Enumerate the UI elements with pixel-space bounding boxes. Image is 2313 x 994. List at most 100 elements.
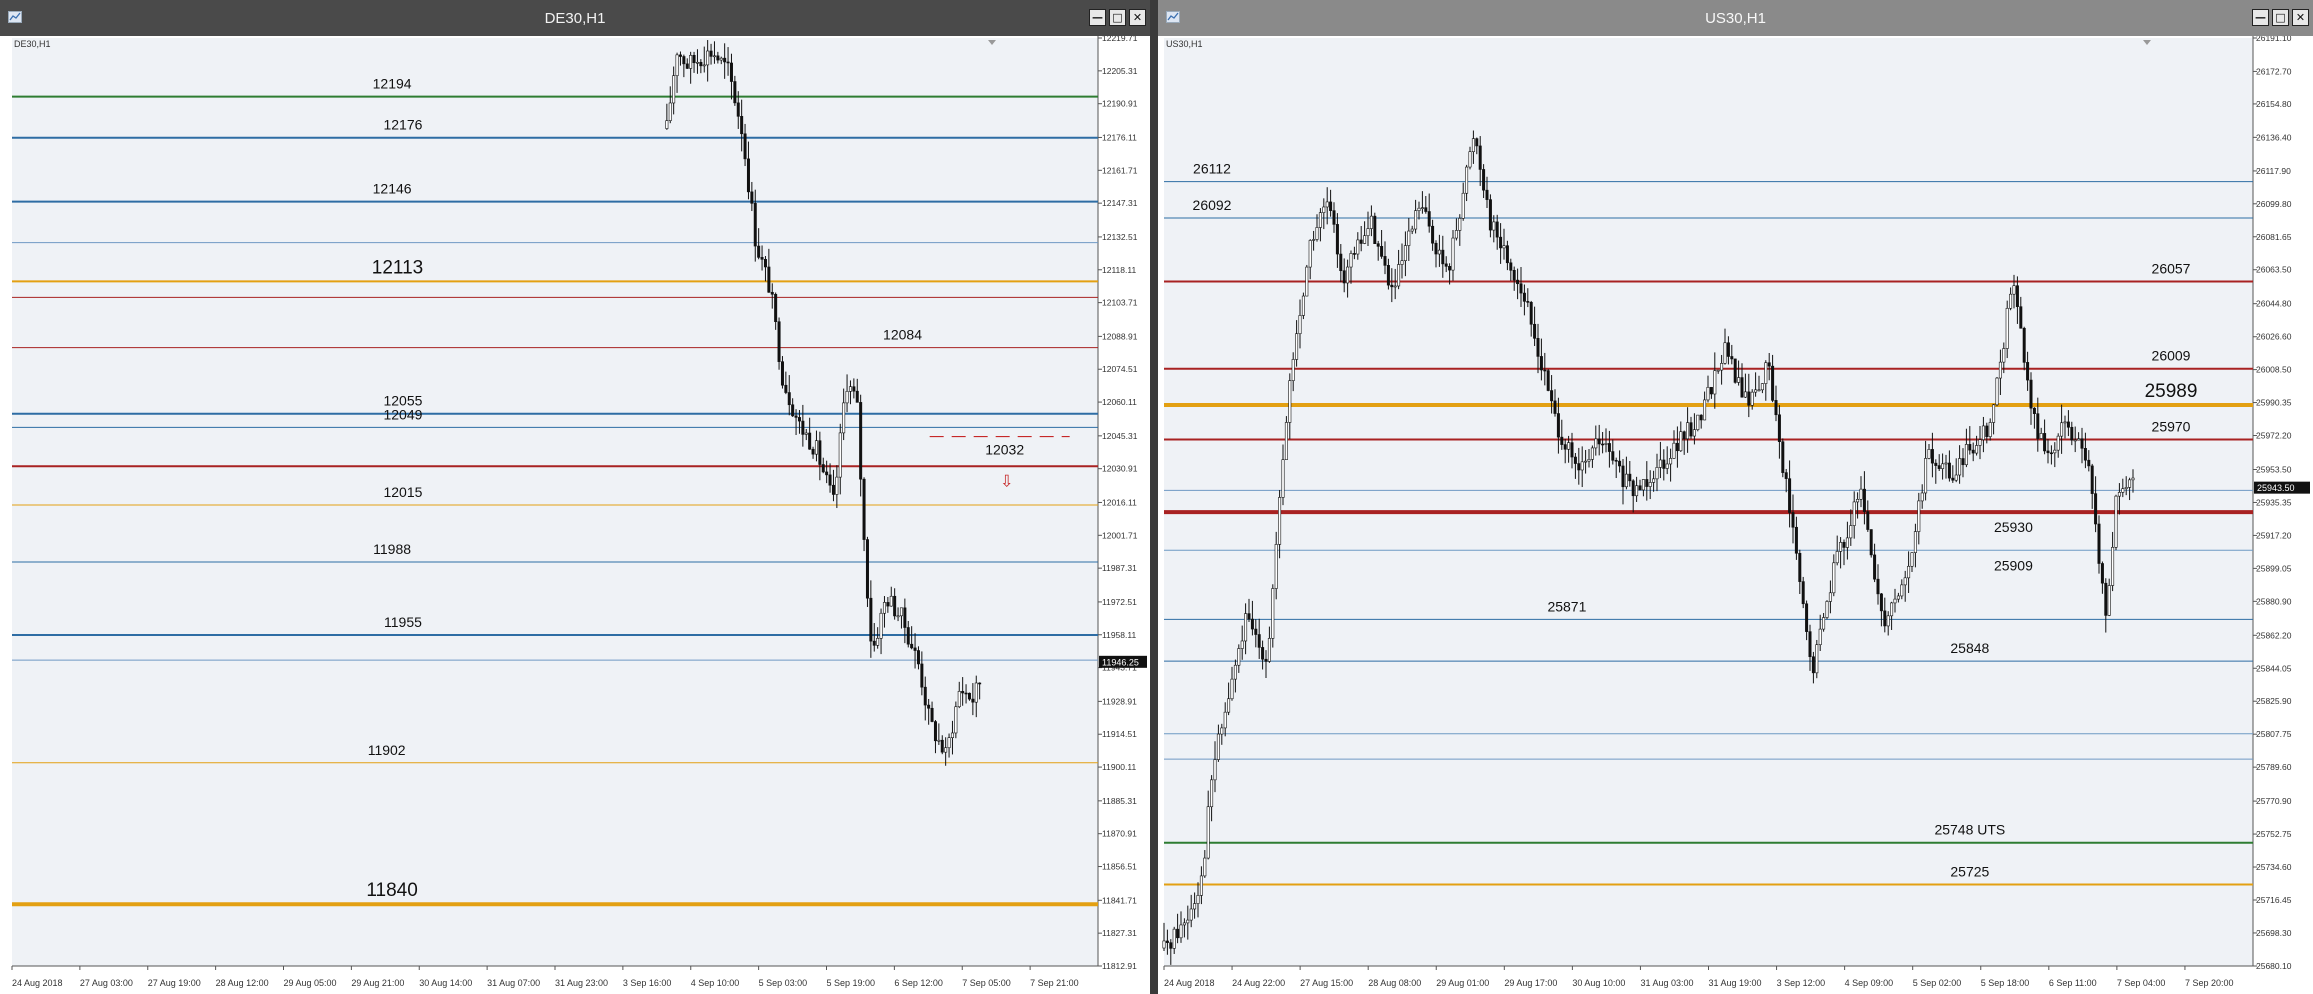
candle-body bbox=[1767, 362, 1771, 367]
candle-body bbox=[1169, 942, 1173, 949]
candle-body bbox=[1305, 266, 1309, 297]
x-tick-label: 3 Sep 12:00 bbox=[1777, 978, 1826, 988]
candle-body bbox=[1978, 439, 1982, 446]
candle-body bbox=[1845, 537, 1849, 548]
candle-body bbox=[1373, 215, 1377, 244]
close-button[interactable]: ✕ bbox=[2292, 9, 2309, 26]
candle-body bbox=[1808, 631, 1812, 658]
y-tick-label: 25917.20 bbox=[2256, 530, 2292, 540]
minimize-button[interactable]: — bbox=[1089, 9, 1106, 26]
candle-body bbox=[1733, 358, 1737, 383]
candle-body bbox=[736, 102, 740, 117]
window-titlebar[interactable]: DE30,H1 — □ ✕ bbox=[0, 0, 1150, 36]
y-tick-label: 25770.90 bbox=[2256, 796, 2292, 806]
candle-body bbox=[787, 392, 791, 406]
level-label: 12194 bbox=[373, 76, 412, 92]
candle-body bbox=[896, 615, 900, 618]
candle-body bbox=[1624, 473, 1628, 488]
candle-body bbox=[678, 54, 682, 57]
candle-body bbox=[1376, 243, 1380, 247]
price-chart-us30[interactable]: US30,H1 26191.10 26172.70 26154.80 26136.40 2… bbox=[1158, 36, 2313, 994]
candle-body bbox=[2026, 362, 2030, 381]
candle-body bbox=[1390, 284, 1394, 288]
candle-body bbox=[1325, 201, 1329, 208]
maximize-button[interactable]: □ bbox=[2272, 9, 2289, 26]
candle-body bbox=[855, 390, 859, 403]
candle-body bbox=[801, 420, 805, 435]
x-tick-label: 5 Sep 18:00 bbox=[1981, 978, 2030, 988]
candle-body bbox=[1859, 488, 1863, 500]
candle-body bbox=[1777, 414, 1781, 442]
candle-body bbox=[1842, 542, 1846, 548]
candle-body bbox=[1740, 377, 1744, 398]
candle-body bbox=[1818, 628, 1822, 646]
candle-body bbox=[1801, 581, 1805, 605]
candle-body bbox=[804, 432, 808, 435]
candle-body bbox=[2107, 585, 2111, 616]
candle-body bbox=[1346, 266, 1350, 284]
candle-body bbox=[879, 612, 883, 639]
plot-area bbox=[12, 38, 1098, 966]
candle-body bbox=[1652, 478, 1656, 483]
candle-body bbox=[889, 595, 893, 607]
candle-body bbox=[1475, 138, 1479, 147]
candle-body bbox=[1210, 779, 1214, 808]
x-tick-label: 5 Sep 19:00 bbox=[827, 978, 876, 988]
candle-body bbox=[1692, 429, 1696, 437]
candle-body bbox=[1363, 235, 1367, 244]
y-tick-label: 12118.11 bbox=[1102, 265, 1136, 275]
price-chart-de30[interactable]: DE30,H1 12219.71 12205.31 12190.91 12176.11 1… bbox=[0, 36, 1150, 994]
candle-body bbox=[1264, 658, 1268, 662]
candle-body bbox=[1505, 245, 1509, 264]
candle-body bbox=[1230, 678, 1234, 700]
candle-body bbox=[1441, 249, 1445, 265]
candle-body bbox=[2019, 306, 2023, 329]
maximize-button[interactable]: □ bbox=[1109, 9, 1126, 26]
y-tick-label: 12001.71 bbox=[1102, 530, 1138, 540]
minimize-button[interactable]: — bbox=[2252, 9, 2269, 26]
candle-body bbox=[811, 448, 815, 455]
candle-body bbox=[1352, 253, 1356, 255]
level-label: 11955 bbox=[384, 614, 422, 630]
candle-body bbox=[2073, 439, 2077, 442]
candle-body bbox=[1577, 463, 1581, 471]
candle-body bbox=[1417, 207, 1421, 211]
candle-body bbox=[1631, 480, 1635, 497]
y-tick-label: 12147.31 bbox=[1102, 198, 1138, 208]
x-tick-label: 6 Sep 11:00 bbox=[2049, 978, 2097, 988]
candle-body bbox=[2083, 448, 2087, 461]
chart-window-de30[interactable]: DE30,H1 — □ ✕ DE30,H1 12219.71 12205.31 121… bbox=[0, 0, 1150, 994]
candle-body bbox=[1988, 422, 1992, 437]
close-button[interactable]: ✕ bbox=[1129, 9, 1146, 26]
window-titlebar[interactable]: US30,H1 — □ ✕ bbox=[1158, 0, 2313, 36]
candle-body bbox=[1601, 443, 1605, 446]
candle-body bbox=[906, 627, 910, 645]
x-tick-label: 6 Sep 12:00 bbox=[894, 978, 943, 988]
candle-body bbox=[940, 739, 944, 753]
candle-body bbox=[845, 391, 849, 404]
candle-body bbox=[2097, 523, 2101, 564]
level-label: 12176 bbox=[383, 117, 422, 133]
candle-body bbox=[1556, 413, 1560, 438]
candle-body bbox=[828, 474, 832, 486]
candle-body bbox=[1301, 295, 1305, 316]
candle-body bbox=[1563, 444, 1567, 450]
candle-body bbox=[1798, 552, 1802, 582]
x-tick-label: 31 Aug 19:00 bbox=[1709, 978, 1762, 988]
candle-body bbox=[1614, 459, 1618, 462]
candle-body bbox=[1679, 431, 1683, 452]
candle-body bbox=[685, 63, 689, 69]
y-tick-label: 25899.05 bbox=[2256, 563, 2292, 573]
candle-body bbox=[1366, 228, 1370, 237]
candle-body bbox=[1737, 377, 1741, 383]
x-tick-label: 29 Aug 21:00 bbox=[351, 978, 404, 988]
candle-body bbox=[978, 682, 982, 685]
chart-window-us30[interactable]: US30,H1 — □ ✕ US30,H1 26191.10 26172.70 261… bbox=[1158, 0, 2313, 994]
y-tick-label: 25789.60 bbox=[2256, 762, 2292, 772]
candle-body bbox=[2090, 465, 2094, 494]
candle-body bbox=[1621, 465, 1625, 488]
candle-body bbox=[716, 55, 720, 61]
candle-body bbox=[1920, 492, 1924, 502]
candle-body bbox=[2039, 433, 2043, 439]
candle-body bbox=[1359, 239, 1363, 244]
